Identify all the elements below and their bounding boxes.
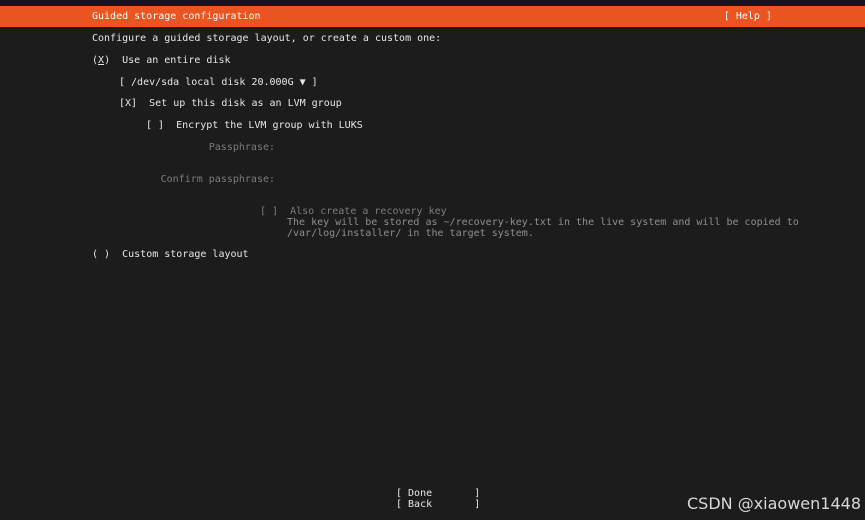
lvm-label: Set up this disk as an LVM group [149, 98, 342, 109]
radio-close: ) [104, 55, 111, 66]
disk-select[interactable]: [ /dev/sda local disk 20.000G ▼ ] [119, 77, 318, 89]
passphrase-input[interactable] [283, 142, 583, 154]
luks-checkbox[interactable]: [ ] Encrypt the LVM group with LUKS [146, 120, 363, 132]
custom-layout-radio[interactable]: ( ) Custom storage layout [92, 249, 249, 261]
page-title: Guided storage configuration [92, 11, 261, 22]
intro-text: Configure a guided storage layout, or cr… [92, 33, 442, 44]
custom-layout-label: Custom storage layout [122, 249, 249, 260]
recovery-hint-line2: /var/log/installer/ in the target system… [287, 228, 534, 239]
watermark: CSDN @xiaowen1448 [687, 494, 861, 513]
use-entire-disk-label: Use an entire disk [122, 55, 231, 66]
header-bar: Guided storage configuration [ Help ] [0, 6, 865, 27]
back-button[interactable]: [ Back ] [396, 499, 480, 511]
luks-checkbox-mark: [ ] [146, 120, 165, 131]
use-entire-disk-radio[interactable]: (X) Use an entire disk [92, 55, 231, 67]
recovery-label: Also create a recovery key [290, 206, 447, 217]
passphrase-label: Passphrase: [208, 142, 275, 153]
recovery-checkbox-mark: [ ] [260, 206, 279, 217]
confirm-passphrase-input[interactable] [283, 174, 583, 186]
luks-label: Encrypt the LVM group with LUKS [176, 120, 363, 131]
lvm-checkbox-mark: [X] [119, 98, 138, 109]
confirm-passphrase-label: Confirm passphrase: [160, 174, 275, 185]
lvm-checkbox[interactable]: [X] Set up this disk as an LVM group [119, 98, 342, 110]
custom-radio-mark: ( ) [92, 249, 111, 260]
help-button[interactable]: [ Help ] [724, 11, 772, 22]
